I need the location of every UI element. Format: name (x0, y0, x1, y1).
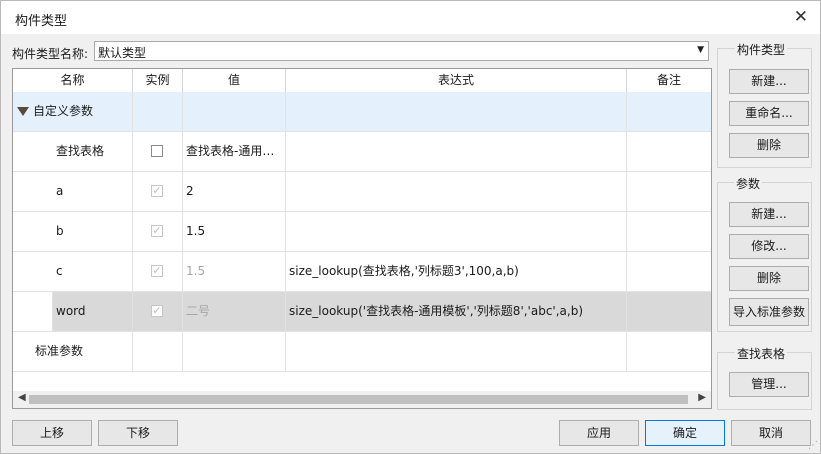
ok-button[interactable]: 确定 (645, 420, 725, 446)
dropdown-arrow-icon[interactable]: ▼ (697, 45, 704, 55)
row-name[interactable]: 查找表格 (13, 132, 133, 171)
standard-params-row[interactable]: 标准参数 (13, 332, 711, 372)
column-header-expression[interactable]: 表达式 (286, 69, 627, 92)
group-title: 参数 (734, 175, 763, 192)
title-bar: 构件类型 ✕ (1, 1, 820, 34)
instance-checkbox: ✓ (151, 304, 163, 317)
group-row-custom-params[interactable]: 自定义参数 (13, 92, 711, 132)
column-header-instance[interactable]: 实例 (133, 69, 183, 92)
row-expression[interactable]: size_lookup('查找表格-通用模板','列标题8','abc',a,b… (286, 292, 627, 331)
row-expression[interactable] (286, 132, 627, 171)
import-standard-params-button[interactable]: 导入标准参数 (729, 298, 809, 326)
move-down-button[interactable]: 下移 (98, 420, 178, 446)
apply-button[interactable]: 应用 (559, 420, 639, 446)
row-value[interactable]: 2 (183, 172, 286, 211)
manage-lookup-button[interactable]: 管理... (729, 372, 809, 397)
scroll-right-icon[interactable]: ▶ (698, 392, 706, 403)
scrollbar-thumb[interactable] (29, 395, 688, 404)
column-header-name[interactable]: 名称 (13, 69, 133, 92)
new-param-button[interactable]: 新建... (729, 202, 809, 227)
row-value: 二号 (183, 292, 286, 331)
table-row[interactable]: c ✓ 1.5 size_lookup(查找表格,'列标题3',100,a,b) (13, 252, 711, 292)
table-row-selected[interactable]: word ✓ 二号 size_lookup('查找表格-通用模板','列标题8'… (13, 292, 711, 332)
horizontal-scrollbar[interactable]: ◀ ▶ (13, 391, 711, 408)
row-note[interactable] (627, 252, 711, 291)
table-row[interactable]: 查找表格 查找表格-通用… (13, 132, 711, 172)
scroll-left-icon[interactable]: ◀ (18, 392, 26, 403)
row-note[interactable] (627, 212, 711, 251)
new-type-button[interactable]: 新建... (729, 69, 809, 94)
delete-type-button[interactable]: 删除 (729, 133, 809, 158)
instance-checkbox[interactable] (151, 145, 163, 157)
column-header-value[interactable]: 值 (183, 69, 286, 92)
group-title: 查找表格 (735, 345, 788, 362)
group-title: 构件类型 (735, 41, 788, 58)
collapse-triangle-icon[interactable] (17, 107, 29, 116)
group-label: 自定义参数 (33, 92, 133, 131)
column-header-note[interactable]: 备注 (627, 69, 711, 92)
row-value: 1.5 (183, 252, 286, 291)
row-note[interactable] (627, 292, 711, 331)
type-name-value: 默认类型 (98, 46, 147, 60)
type-name-combobox[interactable]: 默认类型 ▼ (94, 41, 709, 61)
row-name[interactable]: word (53, 292, 133, 331)
move-up-button[interactable]: 上移 (12, 420, 92, 446)
row-value[interactable]: 查找表格-通用… (183, 132, 286, 171)
row-expression[interactable]: size_lookup(查找表格,'列标题3',100,a,b) (286, 252, 627, 291)
row-name[interactable]: c (13, 252, 133, 291)
resize-grip-icon[interactable]: ⋰ (808, 440, 818, 451)
edit-param-button[interactable]: 修改... (729, 234, 809, 259)
dialog-title: 构件类型 (15, 14, 68, 29)
table-row[interactable]: a ✓ 2 (13, 172, 711, 212)
row-value[interactable]: 1.5 (183, 212, 286, 251)
row-note[interactable] (627, 172, 711, 211)
table-row[interactable]: b ✓ 1.5 (13, 212, 711, 252)
parameter-table[interactable]: 名称 实例 值 表达式 备注 自定义参数 查找表格 查找表格-通用… a ✓ 2 (12, 68, 712, 409)
type-name-label: 构件类型名称: (12, 47, 89, 61)
rename-type-button[interactable]: 重命名... (729, 101, 809, 126)
close-icon[interactable]: ✕ (794, 7, 808, 27)
row-note[interactable] (627, 132, 711, 171)
table-header: 名称 实例 值 表达式 备注 (13, 69, 711, 93)
standard-params-label: 标准参数 (13, 332, 133, 371)
delete-param-button[interactable]: 删除 (729, 266, 809, 291)
instance-checkbox: ✓ (151, 264, 163, 277)
component-type-dialog: 构件类型 ✕ 构件类型名称: 默认类型 ▼ 名称 实例 值 表达式 备注 自定义… (0, 0, 821, 454)
instance-checkbox: ✓ (151, 184, 163, 197)
row-name[interactable]: b (13, 212, 133, 251)
row-expression[interactable] (286, 172, 627, 211)
row-name[interactable]: a (13, 172, 133, 211)
cancel-button[interactable]: 取消 (731, 420, 811, 446)
instance-checkbox: ✓ (151, 224, 163, 237)
row-expression[interactable] (286, 212, 627, 251)
